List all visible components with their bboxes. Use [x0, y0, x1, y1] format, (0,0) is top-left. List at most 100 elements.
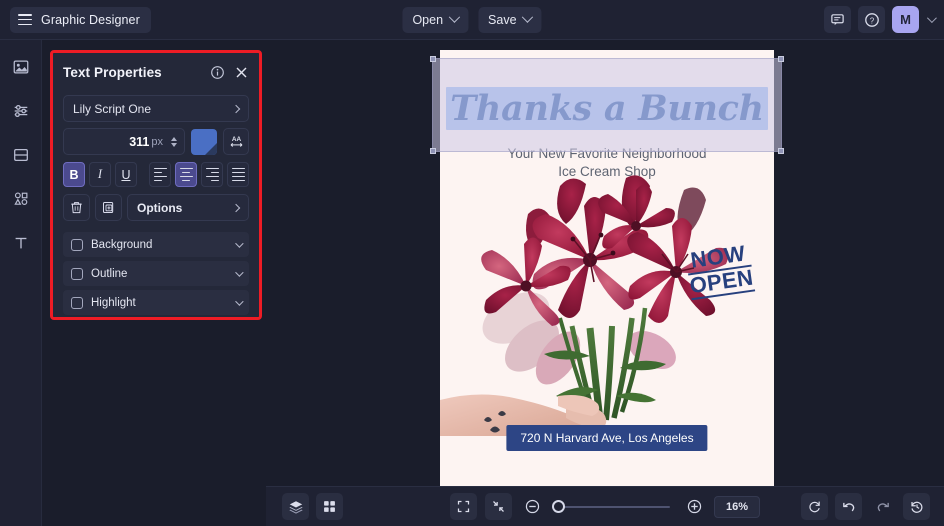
chevron-right-icon: [231, 203, 241, 212]
info-circle-icon[interactable]: [210, 65, 225, 80]
redo-button[interactable]: [869, 493, 896, 520]
layers-button[interactable]: [282, 493, 309, 520]
poster-headline[interactable]: Thanks a Bunch: [440, 87, 774, 130]
avatar[interactable]: M: [892, 6, 919, 33]
text-properties-highlight: Text Properties Lily Script One 311 px A…: [50, 50, 262, 320]
chat-button[interactable]: [824, 6, 851, 33]
close-icon[interactable]: [234, 65, 249, 80]
poster-subtitle-line1: Your New Favorite Neighborhood: [507, 146, 707, 161]
sidebar-item-text[interactable]: [8, 230, 34, 256]
bold-label: B: [69, 167, 79, 182]
canvas-stage[interactable]: Thanks a Bunch Your New Favorite Neighbo…: [266, 40, 944, 486]
underline-button[interactable]: U: [114, 162, 137, 187]
trash-icon: [71, 202, 82, 214]
chevron-down-icon[interactable]: [926, 13, 937, 24]
italic-button[interactable]: I: [88, 162, 111, 187]
selection-handle-tr[interactable]: [778, 56, 784, 62]
top-bar: Graphic Designer Open Save ? M: [0, 0, 944, 40]
shrink-button[interactable]: [485, 493, 512, 520]
chevron-down-icon[interactable]: [235, 238, 244, 248]
refresh-button[interactable]: [801, 493, 828, 520]
fit-screen-button[interactable]: [450, 493, 477, 520]
letter-spacing-button[interactable]: AA: [223, 128, 249, 155]
chevron-down-icon[interactable]: [235, 296, 244, 306]
layout-icon: [13, 148, 28, 162]
panel-title: Text Properties: [63, 64, 162, 80]
hamburger-icon[interactable]: [18, 14, 32, 25]
selection-handle-tl[interactable]: [430, 56, 436, 62]
font-family-value: Lily Script One: [73, 101, 152, 116]
bottom-right-tools: [801, 493, 930, 520]
poster-canvas[interactable]: Thanks a Bunch Your New Favorite Neighbo…: [440, 50, 774, 486]
open-button[interactable]: Open: [402, 6, 469, 33]
app-root: Graphic Designer Open Save ? M Text Prop…: [0, 0, 944, 526]
help-button[interactable]: ?: [858, 6, 885, 33]
align-justify-button[interactable]: [227, 162, 250, 187]
accordion-background[interactable]: Background: [63, 232, 249, 257]
font-family-row: Lily Script One: [63, 95, 249, 122]
align-right-button[interactable]: [201, 162, 224, 187]
zoom-out-button[interactable]: [520, 495, 544, 519]
stepper-up-icon[interactable]: [171, 136, 177, 141]
sidebar-item-shapes[interactable]: [8, 186, 34, 212]
chat-bubble-icon: [831, 14, 844, 26]
highlight-checkbox[interactable]: [71, 296, 83, 309]
question-circle-icon: ?: [864, 12, 879, 27]
accordion-list: Background Outline Highlight: [63, 232, 249, 315]
options-button[interactable]: Options: [127, 194, 249, 221]
undo-button[interactable]: [835, 493, 862, 520]
save-button[interactable]: Save: [478, 6, 542, 33]
accordion-outline[interactable]: Outline: [63, 261, 249, 286]
stepper-down-icon[interactable]: [171, 142, 177, 147]
delete-button[interactable]: [63, 194, 90, 221]
duplicate-icon: [103, 202, 114, 213]
zoom-slider-knob[interactable]: [552, 500, 565, 513]
font-size-unit: px: [151, 135, 163, 148]
quantity-stepper[interactable]: [171, 136, 177, 147]
bottom-left-tools: [282, 493, 343, 520]
svg-text:?: ?: [869, 16, 874, 25]
bouquet-image[interactable]: [440, 168, 774, 438]
save-label: Save: [488, 12, 517, 27]
sidebar-item-images[interactable]: [8, 54, 34, 80]
font-family-select[interactable]: Lily Script One: [63, 95, 249, 122]
grid-icon: [324, 501, 335, 512]
shrink-icon: [493, 501, 504, 512]
history-button[interactable]: [903, 493, 930, 520]
selection-handle-bl[interactable]: [430, 148, 436, 154]
bold-button[interactable]: B: [63, 162, 85, 187]
shapes-icon: [13, 192, 27, 205]
accordion-highlight[interactable]: Highlight: [63, 290, 249, 315]
image-icon: [13, 60, 28, 74]
outline-checkbox[interactable]: [71, 267, 83, 280]
grid-button[interactable]: [316, 493, 343, 520]
selection-handle-br[interactable]: [778, 148, 784, 154]
align-center-button[interactable]: [175, 162, 198, 187]
zoom-in-button[interactable]: [682, 495, 706, 519]
object-tools-row: Options: [63, 194, 249, 221]
zoom-in-icon: [687, 499, 701, 514]
duplicate-button[interactable]: [95, 194, 122, 221]
font-size-input[interactable]: 311 px: [63, 128, 185, 155]
bottom-bar: 16%: [266, 486, 944, 526]
align-center-icon: [179, 167, 193, 182]
zoom-controls: 16%: [450, 493, 760, 520]
refresh-icon: [809, 501, 820, 513]
chevron-right-icon: [231, 104, 241, 113]
chevron-down-icon[interactable]: [235, 267, 244, 277]
layers-icon: [288, 500, 303, 514]
text-color-swatch[interactable]: [191, 128, 217, 155]
sidebar-item-layouts[interactable]: [8, 142, 34, 168]
address-bar[interactable]: 720 N Harvard Ave, Los Angeles: [506, 425, 708, 451]
align-left-button[interactable]: [149, 162, 172, 187]
sidebar-item-adjustments[interactable]: [8, 98, 34, 124]
zoom-level[interactable]: 16%: [714, 495, 760, 518]
format-toolbar: B I U: [63, 162, 250, 187]
accordion-label: Outline: [91, 267, 128, 280]
project-chip[interactable]: Graphic Designer: [10, 6, 151, 33]
now-open-badge[interactable]: NOW OPEN: [684, 240, 756, 301]
font-size-value: 311: [129, 134, 150, 149]
text-properties-panel: Text Properties Lily Script One 311 px A…: [53, 53, 259, 317]
background-checkbox[interactable]: [71, 238, 83, 251]
zoom-slider[interactable]: [552, 497, 674, 517]
